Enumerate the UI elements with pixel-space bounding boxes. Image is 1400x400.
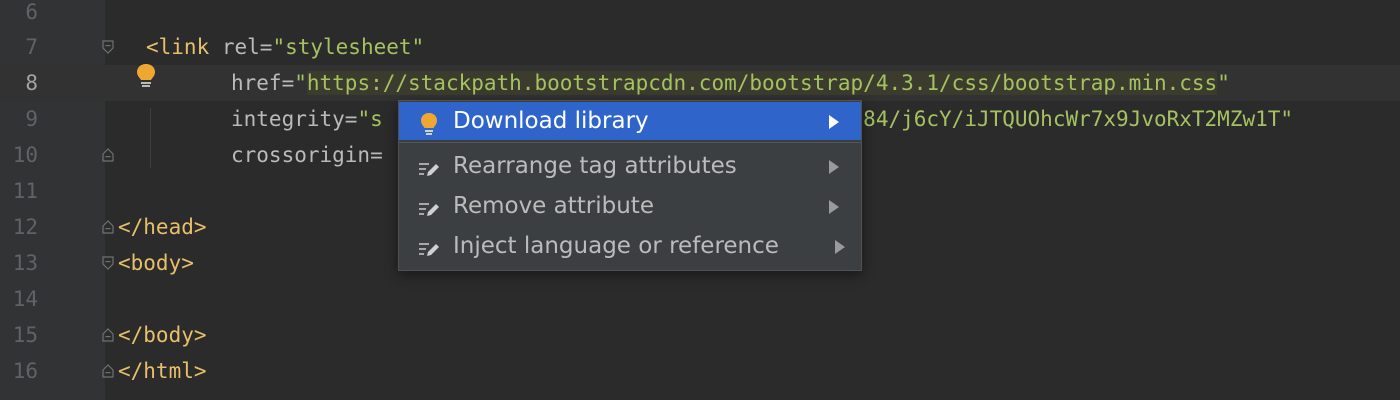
menu-item-label: Download library xyxy=(453,108,649,134)
code-text[interactable]: <body> xyxy=(118,245,194,281)
line-number: 6 xyxy=(25,0,38,24)
code-token: </body> xyxy=(118,323,207,347)
line-number: 10 xyxy=(12,143,38,167)
code-token: "stylesheet" xyxy=(272,35,425,59)
code-text[interactable]: crossorigin= xyxy=(231,137,383,173)
intention-lightbulb-icon[interactable] xyxy=(134,62,158,90)
edit-intention-icon xyxy=(417,155,441,179)
submenu-arrow-icon xyxy=(835,240,845,254)
line-number: 13 xyxy=(12,251,38,275)
line-number: 9 xyxy=(25,107,38,131)
code-line[interactable]: 16 </html> xyxy=(0,353,1400,389)
code-token: href= xyxy=(231,71,295,95)
fold-marker-icon[interactable] xyxy=(102,364,114,378)
submenu-arrow-icon xyxy=(829,200,839,214)
code-line[interactable]: 15 </body> xyxy=(0,317,1400,353)
intention-actions-popup: Download library Rearrange tag attribute… xyxy=(398,100,862,271)
line-number: 7 xyxy=(25,35,38,59)
code-token: <body> xyxy=(118,251,194,275)
code-token: "s xyxy=(357,107,383,131)
code-text[interactable]: href="https://stackpath.bootstrapcdn.com… xyxy=(231,65,1230,101)
menu-item-inject-language[interactable]: Inject language or reference xyxy=(399,227,861,265)
code-text[interactable]: <link rel="stylesheet" xyxy=(146,29,424,65)
line-number: 15 xyxy=(12,323,38,347)
line-number: 11 xyxy=(12,179,38,203)
menu-item-remove-attribute[interactable]: Remove attribute xyxy=(399,187,861,225)
menu-separator xyxy=(399,142,861,143)
menu-item-rearrange-tag-attributes[interactable]: Rearrange tag attributes xyxy=(399,147,861,185)
code-line[interactable]: 6 xyxy=(0,0,1400,30)
code-text[interactable]: </head> xyxy=(118,209,207,245)
code-token: crossorigin= xyxy=(231,143,383,167)
code-text[interactable]: </html> xyxy=(118,353,207,389)
fold-marker-icon[interactable] xyxy=(102,40,114,54)
lightbulb-icon xyxy=(417,110,441,135)
line-number: 8 xyxy=(25,71,38,95)
line-number: 16 xyxy=(12,359,38,383)
code-token: rel= xyxy=(221,35,273,59)
line-number: 14 xyxy=(12,287,38,311)
fold-marker-icon[interactable] xyxy=(102,220,114,234)
code-token: https://stackpath.bootstrapcdn.com/boots… xyxy=(306,71,1218,95)
code-token: </html> xyxy=(118,359,207,383)
fold-marker-icon[interactable] xyxy=(102,148,114,162)
code-token: </head> xyxy=(118,215,207,239)
code-line[interactable]: 8 href="https://stackpath.bootstrapcdn.co… xyxy=(0,65,1400,101)
code-token: " xyxy=(1217,71,1230,95)
edit-intention-icon xyxy=(417,195,441,219)
submenu-arrow-icon xyxy=(829,160,839,174)
fold-marker-icon[interactable] xyxy=(102,256,114,270)
fold-marker-icon[interactable] xyxy=(102,328,114,342)
code-token: " xyxy=(294,71,307,95)
menu-item-label: Inject language or reference xyxy=(453,233,779,259)
edit-intention-icon xyxy=(417,235,441,259)
code-token: integrity= xyxy=(231,107,358,131)
code-line[interactable]: 14 xyxy=(0,281,1400,317)
code-token: <link xyxy=(146,35,222,59)
line-number: 12 xyxy=(12,215,38,239)
menu-item-label: Rearrange tag attributes xyxy=(453,153,737,179)
menu-item-download-library[interactable]: Download library xyxy=(399,102,861,140)
code-text[interactable]: </body> xyxy=(118,317,207,353)
code-line[interactable]: 7 <link rel="stylesheet" xyxy=(0,29,1400,65)
submenu-arrow-icon xyxy=(829,115,839,129)
menu-item-label: Remove attribute xyxy=(453,193,654,219)
